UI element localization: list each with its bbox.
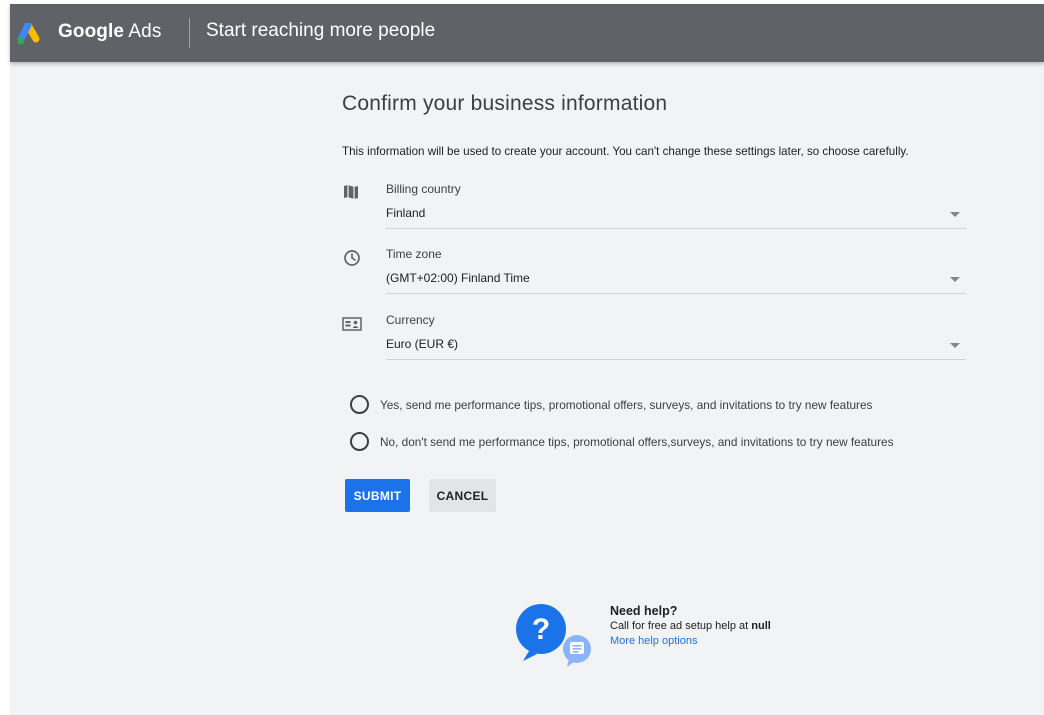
cancel-button[interactable]: CANCEL [429,479,496,512]
radio-label-no[interactable]: No, don't send me performance tips, prom… [380,435,894,449]
help-phone-line: Call for free ad setup help at null [610,620,771,632]
time-zone-label: Time zone [386,247,442,261]
time-zone-select[interactable]: Time zone (GMT+02:00) Finland Time [342,247,966,297]
radio-button-no[interactable] [350,432,369,451]
radio-option-no[interactable]: No, don't send me performance tips, prom… [350,432,970,454]
time-zone-value: (GMT+02:00) Finland Time [386,271,530,285]
field-underline [386,293,966,294]
form-intro: This information will be used to create … [342,145,909,158]
form-heading: Confirm your business information [342,92,668,115]
field-underline [386,359,966,360]
app-frame: Google Ads Start reaching more people Co… [10,4,1044,715]
billing-country-label: Billing country [386,182,461,196]
currency-value: Euro (EUR €) [386,337,459,351]
brand-ads: Ads [128,21,162,42]
submit-button[interactable]: SUBMIT [345,479,410,512]
radio-option-yes[interactable]: Yes, send me performance tips, promotion… [350,395,970,417]
help-line-prefix: Call for free ad setup help at [610,620,749,632]
brand-name: Google Ads [58,21,161,43]
chevron-down-icon[interactable] [950,277,960,282]
field-underline [386,228,966,229]
help-chat-icon: ? [516,604,591,667]
page-title: Start reaching more people [206,20,436,41]
chevron-down-icon[interactable] [950,212,960,217]
brand-google: Google [58,21,125,42]
help-title: Need help? [610,604,678,618]
clock-icon [344,250,360,266]
svg-text:?: ? [532,613,550,646]
radio-button-yes[interactable] [350,395,369,414]
header-divider [189,18,190,48]
currency-label: Currency [386,313,435,327]
header-bar: Google Ads Start reaching more people [10,4,1044,62]
money-icon [342,317,362,331]
radio-label-yes[interactable]: Yes, send me performance tips, promotion… [380,398,872,412]
help-phone-number: null [751,620,771,632]
billing-country-value: Finland [386,206,426,220]
chevron-down-icon[interactable] [950,343,960,348]
billing-country-select[interactable]: Billing country Finland [342,182,966,232]
google-ads-logo-icon[interactable] [16,23,46,47]
currency-select[interactable]: Currency Euro (EUR €) [342,313,966,363]
more-help-options-link[interactable]: More help options [610,635,697,647]
map-icon [344,185,358,199]
